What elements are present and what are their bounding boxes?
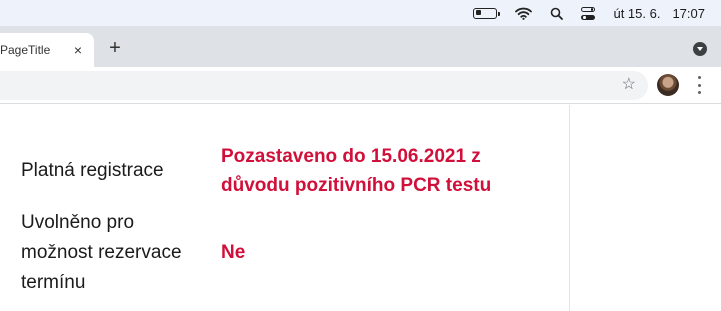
browser-toolbar: ☆	[0, 67, 721, 104]
reservation-label-line3: termínu	[21, 272, 86, 293]
search-icon[interactable]	[550, 7, 564, 20]
menubar-time[interactable]: 17:07	[672, 6, 705, 21]
tab-strip: PageTitle × +	[0, 26, 721, 67]
more-menu-icon[interactable]	[696, 76, 702, 94]
registration-value-line1: Pozastaveno do 15.06.2021 z	[221, 146, 481, 167]
bookmark-star-icon[interactable]: ☆	[622, 76, 636, 94]
tab-active[interactable]: PageTitle ×	[0, 33, 94, 67]
profile-avatar[interactable]	[657, 74, 679, 96]
control-center-icon[interactable]	[581, 6, 596, 20]
registration-value-line2: důvodu pozitivního PCR testu	[221, 175, 492, 196]
menubar-date[interactable]: út 15. 6.	[613, 6, 660, 21]
column-divider	[569, 105, 570, 311]
tab-title: PageTitle	[0, 43, 51, 57]
tab-search-dropdown-icon[interactable]	[693, 42, 707, 56]
reservation-value: Ne	[221, 242, 246, 263]
new-tab-button[interactable]: +	[105, 38, 125, 58]
close-icon[interactable]: ×	[74, 42, 82, 58]
system-menubar: út 15. 6. 17:07	[0, 0, 721, 26]
battery-icon[interactable]	[473, 7, 501, 19]
registration-label: Platná registrace	[21, 160, 164, 181]
address-bar[interactable]: ☆	[0, 71, 648, 100]
reservation-label-line2: možnost rezervace	[21, 242, 182, 263]
page-content: Platná registrace Pozastaveno do 15.06.2…	[0, 105, 721, 311]
reservation-label-line1: Uvolněno pro	[21, 212, 135, 233]
wifi-icon[interactable]	[515, 7, 533, 20]
